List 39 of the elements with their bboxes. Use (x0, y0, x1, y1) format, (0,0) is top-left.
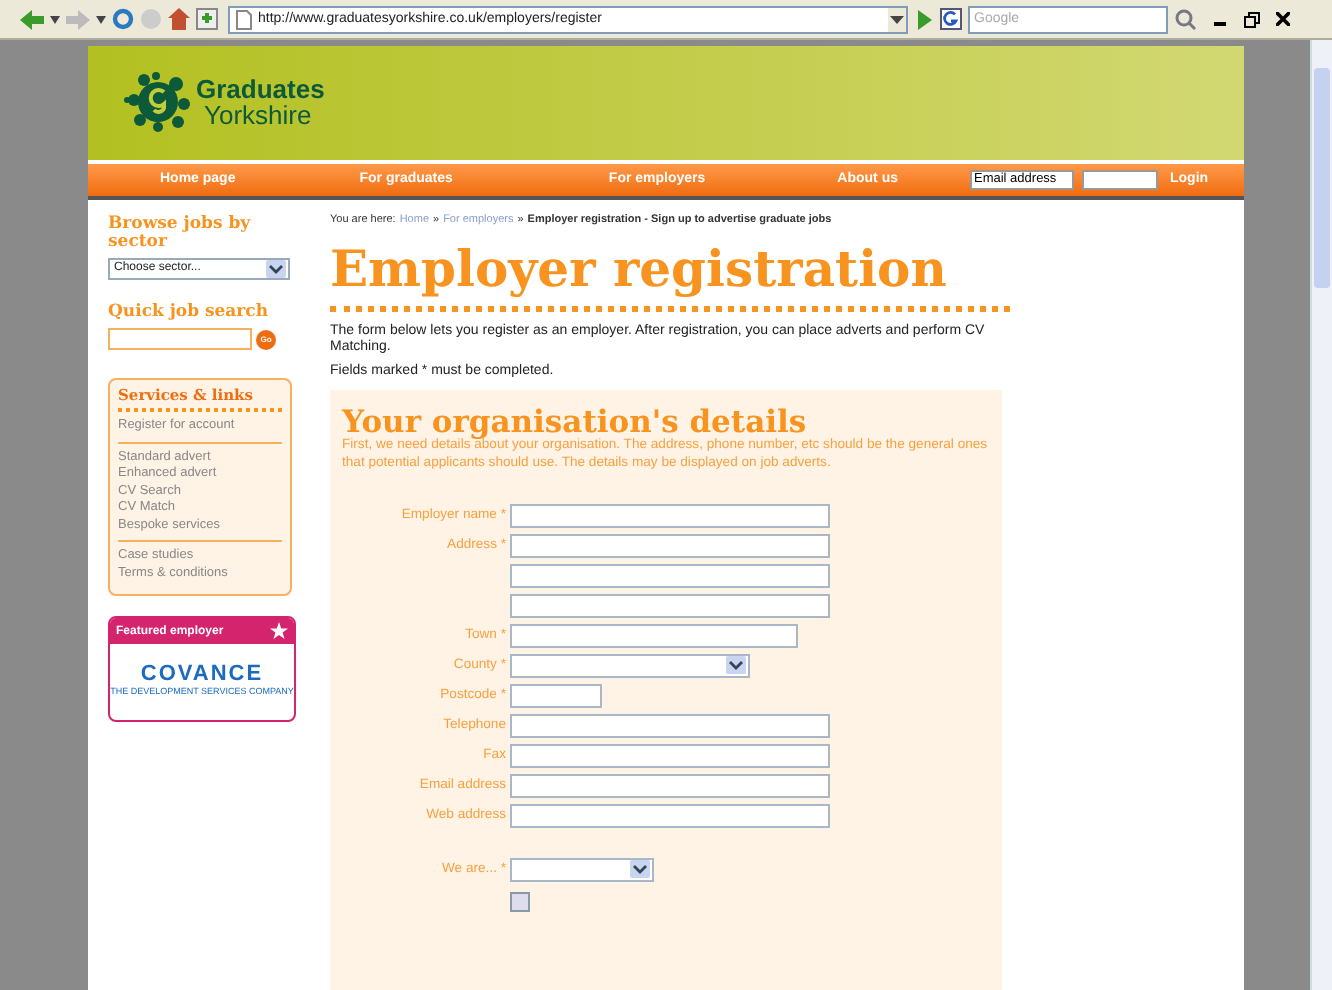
search-icon[interactable] (1174, 8, 1198, 30)
logo-icon (124, 72, 192, 133)
dropdown-icon[interactable] (630, 860, 650, 878)
text-field[interactable] (510, 533, 830, 557)
dropdown-icon[interactable] (888, 7, 906, 31)
search-field[interactable] (108, 328, 252, 350)
text-field[interactable] (510, 503, 830, 527)
search-engine-icon[interactable] (940, 8, 962, 30)
home-icon[interactable] (168, 8, 190, 30)
bookmark-icon[interactable] (196, 8, 218, 30)
scroll-thumb[interactable] (1314, 68, 1330, 288)
section-heading: Quick job search (108, 303, 271, 322)
reload-icon[interactable] (112, 8, 134, 30)
close-icon[interactable] (1276, 12, 1290, 26)
go-arrow-icon[interactable] (914, 9, 934, 29)
text-field[interactable] (510, 713, 830, 737)
logo-text[interactable]: Graduates (196, 76, 325, 103)
section-title: Your organisation's details (342, 404, 807, 438)
password-field[interactable] (1082, 169, 1158, 190)
text-field[interactable] (510, 743, 830, 767)
scrollbar[interactable] (1310, 40, 1332, 990)
logo-text: COVANCE (140, 662, 264, 686)
page-title: Employer registration (330, 241, 949, 297)
text-field[interactable] (510, 803, 830, 827)
text-field[interactable] (510, 593, 830, 617)
caret-icon[interactable] (96, 15, 106, 23)
text-field[interactable] (510, 623, 798, 647)
text-field[interactable] (510, 683, 602, 707)
restore-icon[interactable] (1244, 11, 1260, 27)
dropdown-icon[interactable] (266, 259, 286, 277)
text-field[interactable] (510, 773, 830, 797)
section-heading: Browse jobs by sector (108, 215, 252, 253)
page-icon[interactable] (236, 9, 252, 29)
checkbox[interactable] (510, 891, 530, 911)
star-icon[interactable] (270, 622, 288, 640)
logo-text[interactable]: Yorkshire (196, 102, 325, 129)
caret-icon[interactable] (50, 15, 60, 23)
dropdown-icon[interactable] (726, 656, 746, 674)
text-field[interactable] (510, 563, 830, 587)
